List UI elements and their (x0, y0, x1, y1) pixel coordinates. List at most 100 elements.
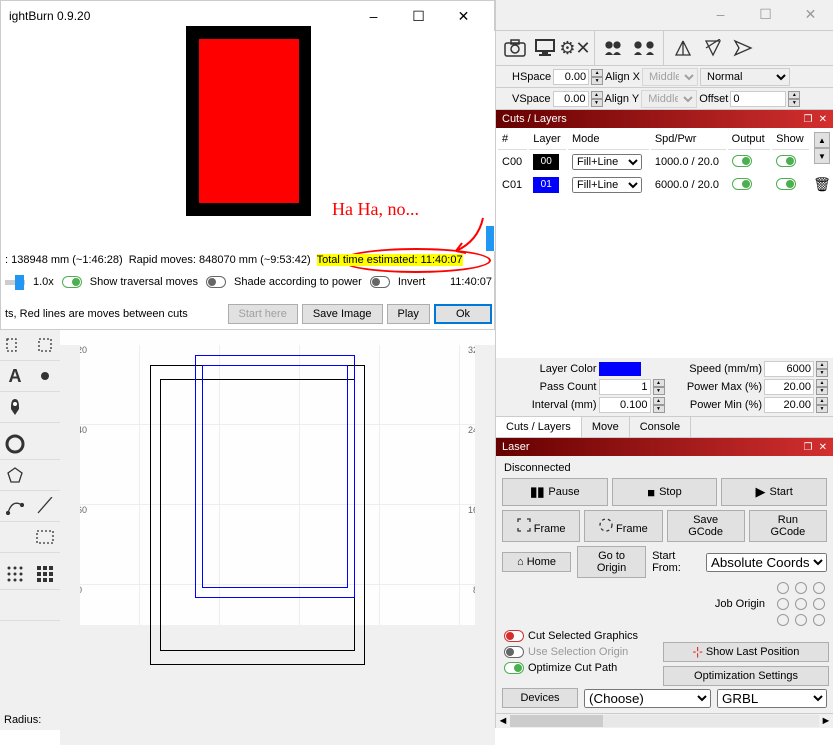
layer-output-0[interactable] (732, 155, 752, 167)
layer-mode-1[interactable]: Fill+Line (572, 177, 642, 193)
design-canvas[interactable]: 320 320 240 240 160 160 80 80 (60, 330, 495, 728)
save-gcode-button[interactable]: Save GCode (667, 510, 745, 542)
pmin-input[interactable] (764, 397, 814, 413)
pmax-input[interactable] (764, 379, 814, 395)
design-blue-rect-2[interactable] (202, 365, 348, 588)
layer-row-1[interactable]: C01 01 Fill+Line 6000.0 / 20.0 (498, 174, 809, 195)
rect-shape-tool[interactable] (30, 460, 60, 490)
cutsel-toggle[interactable] (504, 630, 524, 642)
startfrom-select[interactable]: Absolute Coords (706, 553, 827, 572)
speed-input[interactable] (764, 361, 814, 377)
panel-float-icon[interactable]: ❐ (804, 114, 813, 125)
ungroup-icon[interactable] (631, 35, 657, 61)
home-button[interactable]: ⌂ Home (502, 552, 571, 572)
interval-input[interactable] (599, 397, 651, 413)
start-button[interactable]: ▶Start (721, 478, 827, 506)
layer-output-1[interactable] (732, 178, 752, 190)
stop-button[interactable]: ■Stop (612, 478, 718, 506)
save-image-button[interactable]: Save Image (302, 304, 383, 324)
polygon-tool[interactable] (0, 460, 30, 490)
play-button[interactable]: Play (387, 304, 430, 324)
select-dash-tool[interactable] (30, 522, 60, 552)
grid-squares-tool[interactable] (30, 559, 60, 589)
joborigin-grid[interactable] (777, 582, 827, 626)
speed-slider[interactable] (5, 280, 25, 285)
normal-select[interactable]: Normal (700, 68, 790, 86)
circle-small-tool[interactable] (30, 361, 60, 391)
hspace-spinner[interactable]: ▲▼ (591, 69, 603, 85)
col-spd: Spd/Pwr (651, 130, 726, 150)
panel-close-icon[interactable]: ✕ (819, 114, 827, 125)
text-tool[interactable]: A (0, 361, 30, 391)
goto-origin-button[interactable]: Go to Origin (577, 546, 646, 578)
camera-icon[interactable] (502, 35, 528, 61)
laser-float-icon[interactable]: ❐ (804, 442, 813, 453)
tab-console[interactable]: Console (630, 417, 691, 437)
shade-label: Shade according to power (234, 276, 362, 288)
flip-h-icon[interactable] (670, 35, 696, 61)
offset-spinner[interactable]: ▲▼ (788, 91, 800, 107)
layercolor-swatch[interactable] (599, 362, 641, 376)
showlast-button[interactable]: -¦- Show Last Position (663, 642, 829, 662)
layers-scrollbar[interactable]: ◄ ► (496, 713, 833, 728)
offset-input[interactable] (730, 91, 786, 107)
firmware-select[interactable]: GRBL (717, 689, 827, 708)
pass-spinner[interactable]: ▲▼ (653, 379, 665, 395)
layer-up-button[interactable]: ▲ (814, 132, 830, 148)
traversal-toggle[interactable] (62, 276, 82, 288)
speed-spinner[interactable]: ▲▼ (816, 361, 828, 377)
layer-down-button[interactable]: ▼ (814, 148, 830, 164)
array-circ-tool[interactable] (0, 590, 30, 620)
shade-toggle[interactable] (206, 276, 226, 288)
minimize-button[interactable]: – (351, 2, 396, 30)
optcut-toggle[interactable] (504, 662, 524, 674)
interval-spinner[interactable]: ▲▼ (653, 397, 665, 413)
group-icon[interactable] (601, 35, 627, 61)
device-choose-select[interactable]: (Choose) (584, 689, 711, 708)
pmax-spinner[interactable]: ▲▼ (816, 379, 828, 395)
marker-tool[interactable] (0, 392, 30, 422)
grid-dots-tool[interactable] (0, 559, 30, 589)
frame-rect-button[interactable]: Frame (502, 510, 580, 542)
right-close-button[interactable]: ✕ (788, 0, 833, 28)
close-button[interactable]: ✕ (441, 2, 486, 30)
layer-row-0[interactable]: C00 00 Fill+Line 1000.0 / 20.0 (498, 152, 809, 173)
layer-show-0[interactable] (776, 155, 796, 167)
tab-cuts[interactable]: Cuts / Layers (496, 417, 582, 437)
layer-show-1[interactable] (776, 178, 796, 190)
maximize-button[interactable]: ☐ (396, 2, 441, 30)
vspace-spinner[interactable]: ▲▼ (591, 91, 603, 107)
vspace-input[interactable] (553, 91, 589, 107)
blank-tool-1 (30, 392, 60, 422)
invert-toggle[interactable] (370, 276, 390, 288)
rect-tool[interactable] (0, 330, 30, 360)
select-rect-tool[interactable] (30, 330, 60, 360)
col-layer: Layer (529, 130, 566, 150)
right-minimize-button[interactable]: – (698, 0, 743, 28)
path-tool[interactable] (0, 491, 30, 521)
ellipse-tool[interactable] (0, 429, 30, 459)
pause-button[interactable]: ▮▮Pause (502, 478, 608, 506)
right-maximize-button[interactable]: ☐ (743, 0, 788, 28)
layer-mode-0[interactable]: Fill+Line (572, 154, 642, 170)
devices-button[interactable]: Devices (502, 688, 578, 708)
ok-button[interactable]: Ok (434, 304, 492, 324)
layer-delete-button[interactable]: 🗑 (813, 176, 831, 193)
hspace-input[interactable] (553, 69, 589, 85)
preview-scrollbar-v[interactable] (486, 226, 494, 251)
pass-input[interactable] (599, 379, 651, 395)
run-gcode-button[interactable]: Run GCode (749, 510, 827, 542)
frame-circle-button[interactable]: Frame (584, 510, 662, 542)
monitor-icon[interactable] (532, 35, 558, 61)
node-tool[interactable] (0, 522, 30, 552)
tab-move[interactable]: Move (582, 417, 630, 437)
send-icon[interactable] (730, 35, 756, 61)
gears-icon[interactable]: ⚙✕ (562, 35, 588, 61)
line-tool[interactable] (30, 491, 60, 521)
optset-button[interactable]: Optimization Settings (663, 666, 829, 686)
circle-tool[interactable] (30, 429, 60, 459)
pmin-spinner[interactable]: ▲▼ (816, 397, 828, 413)
flip-v-icon[interactable] (700, 35, 726, 61)
usesel-toggle[interactable] (504, 646, 524, 658)
laser-close-icon[interactable]: ✕ (819, 442, 827, 453)
